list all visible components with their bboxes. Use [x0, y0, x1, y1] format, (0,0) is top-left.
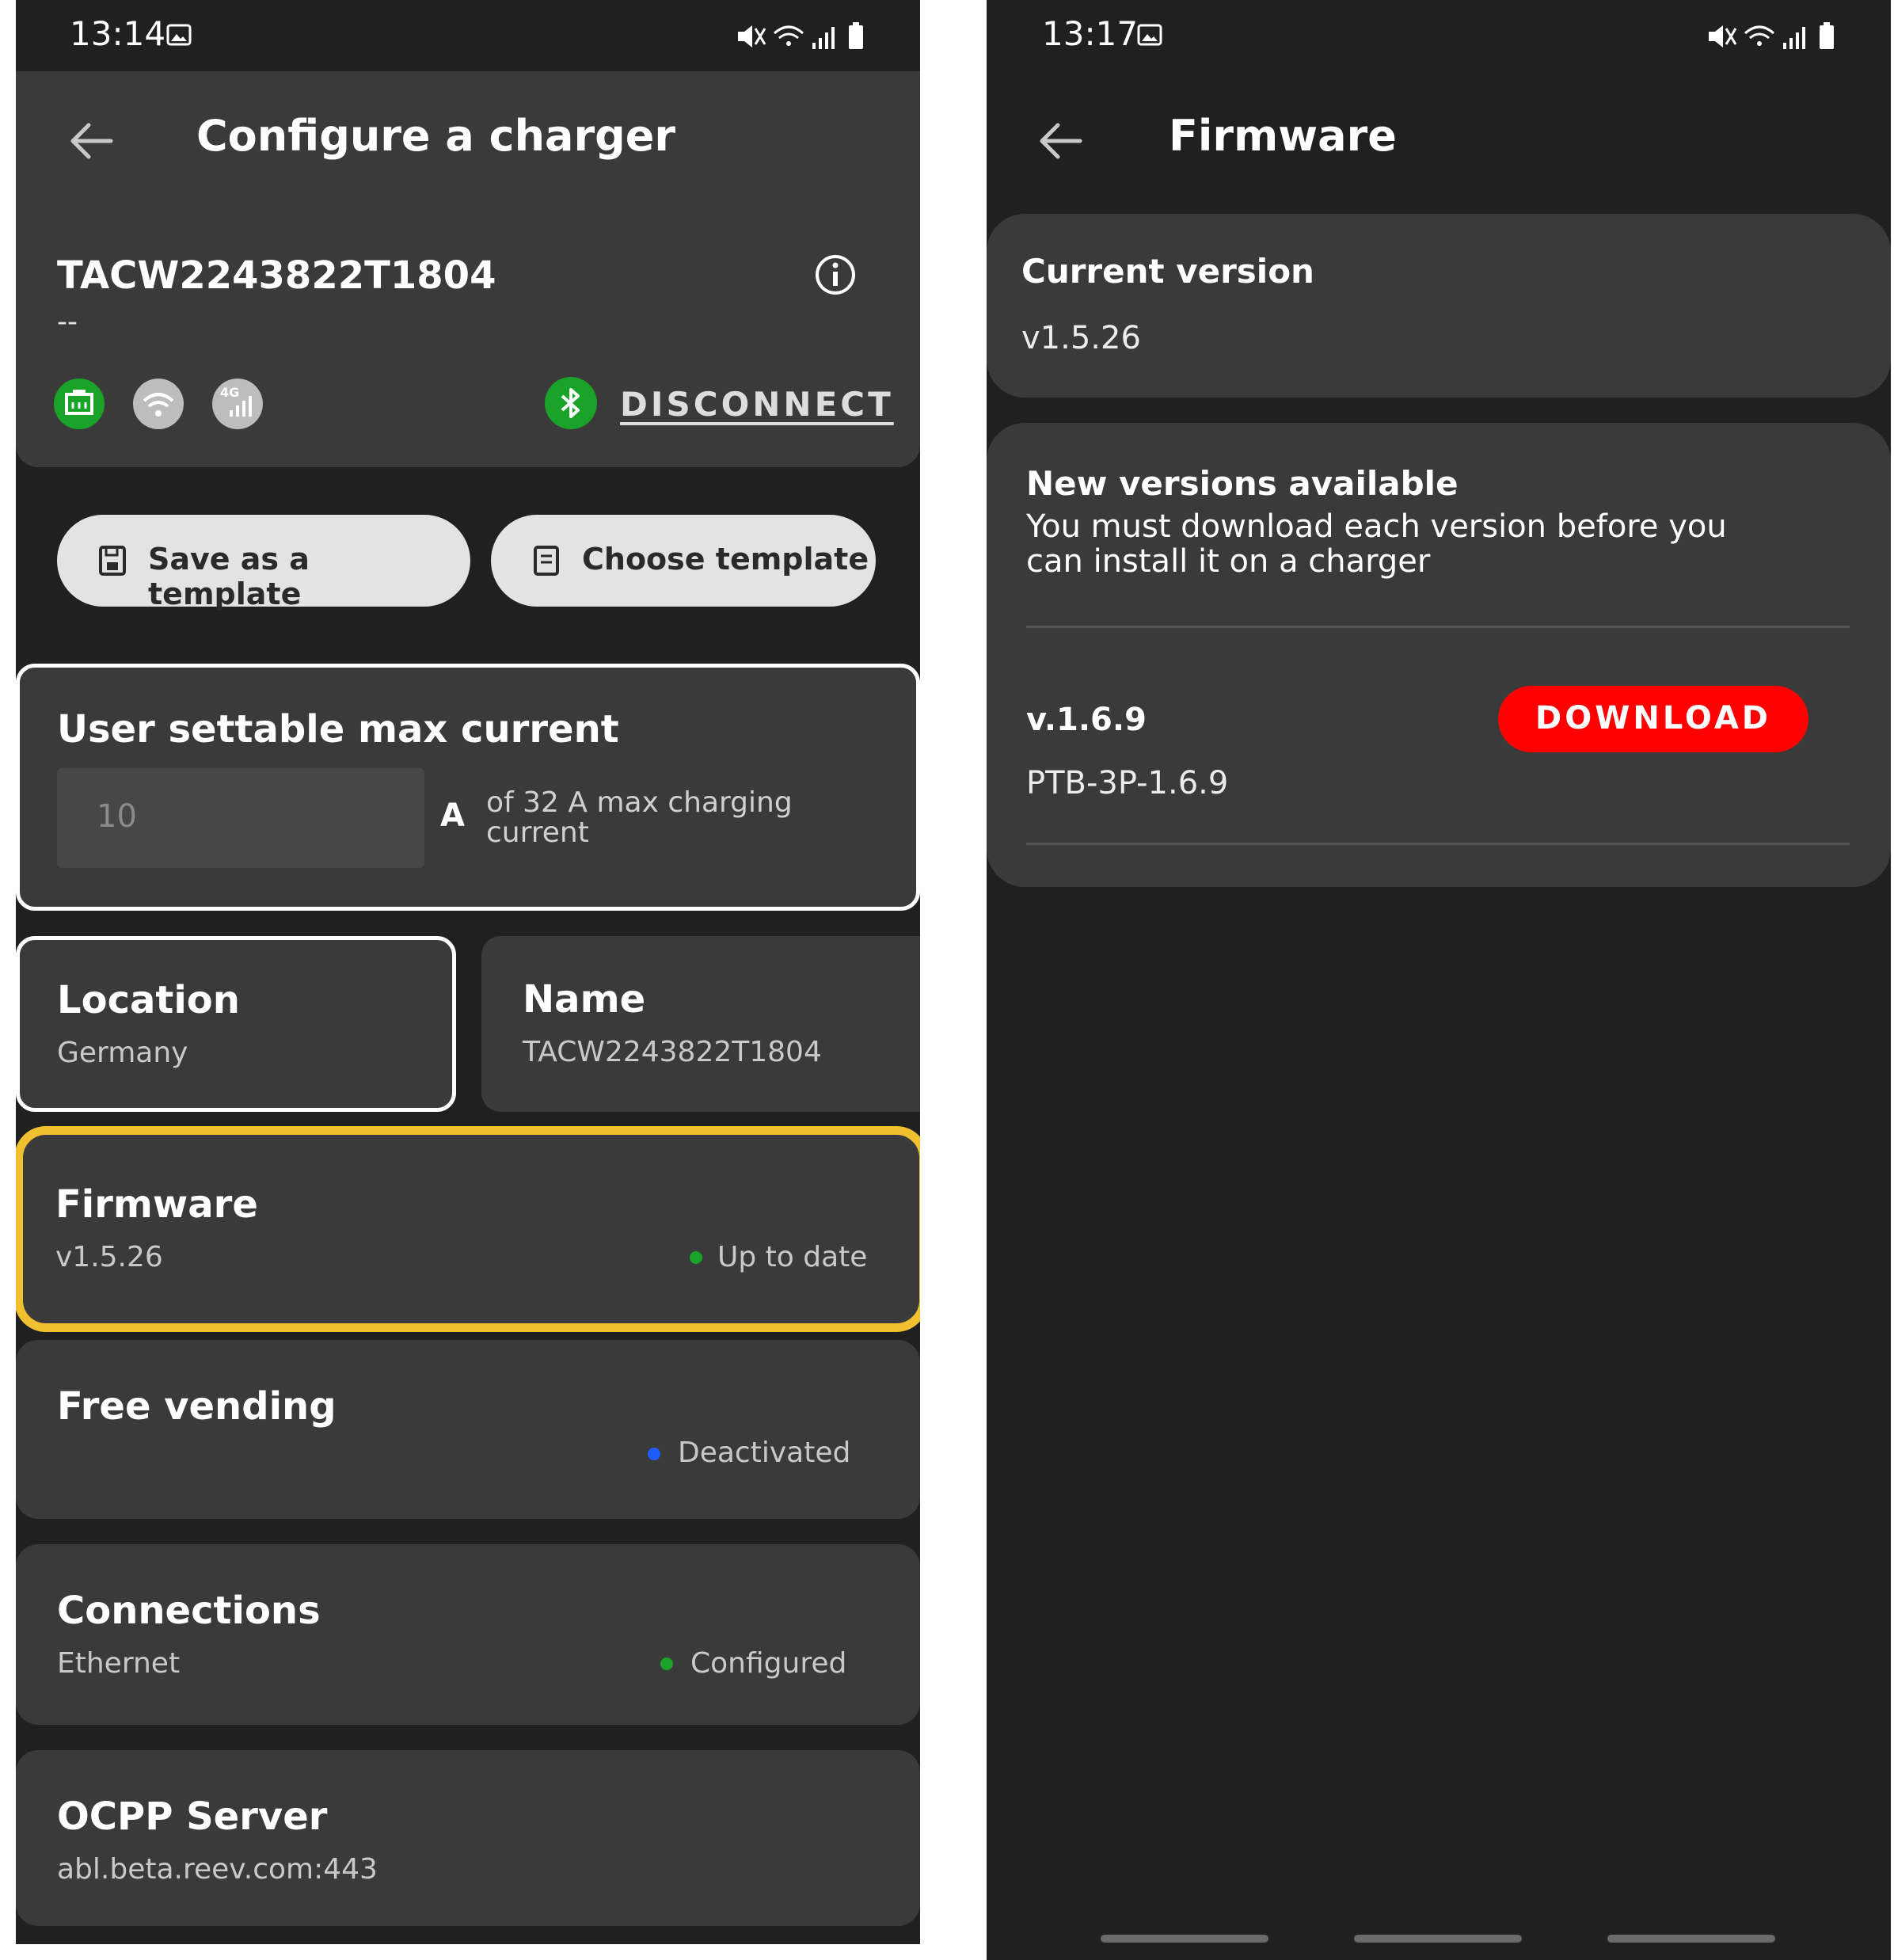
mute-wifi-signal-battery-icon — [738, 22, 863, 49]
gallery-notification-icon — [1137, 24, 1162, 46]
configure-charger-screen: 13:14 Configure a charger TACW2243822T18… — [16, 0, 920, 1944]
status-icons — [1706, 19, 1840, 54]
divider — [1026, 626, 1850, 628]
status-bar: 13:14 — [16, 0, 920, 71]
gallery-notification-icon — [166, 24, 192, 46]
firmware-screen: 13:17 Firmware Current version v1.5.26 N… — [987, 0, 1891, 1960]
current-version-card: Current version v1.5.26 — [987, 214, 1891, 398]
new-versions-description-line1: You must download each version before yo… — [1026, 508, 1727, 545]
status-time: 13:17 — [1042, 14, 1139, 53]
download-button[interactable]: DOWNLOAD — [1498, 686, 1808, 752]
ethernet-icon — [54, 379, 105, 429]
connections-card[interactable]: Connections Ethernet Configured — [16, 1544, 920, 1725]
location-card[interactable]: Location Germany — [16, 936, 456, 1112]
page-title: Configure a charger — [196, 111, 676, 161]
ocpp-title: OCPP Server — [57, 1794, 328, 1839]
max-current-hint-line1: of 32 A max charging — [486, 786, 793, 819]
ocpp-value: abl.beta.reev.com:443 — [57, 1853, 378, 1886]
max-current-hint-line2: current — [486, 816, 589, 849]
divider — [1026, 843, 1850, 845]
firmware-version: v1.5.26 — [55, 1241, 163, 1273]
version-package: PTB-3P-1.6.9 — [1026, 765, 1229, 801]
connections-value: Ethernet — [57, 1647, 181, 1680]
firmware-card[interactable]: Firmware v1.5.26 Up to date — [16, 1126, 920, 1332]
cellular-4g-icon: 4G — [212, 379, 263, 429]
location-title: Location — [57, 978, 240, 1022]
new-versions-title: New versions available — [1026, 464, 1459, 503]
current-version-value: v1.5.26 — [1021, 320, 1141, 356]
choose-template-button[interactable]: Choose template — [491, 515, 876, 607]
max-current-value: 10 — [97, 798, 137, 835]
charger-id: TACW2243822T1804 — [57, 253, 496, 298]
bluetooth-icon — [545, 377, 597, 429]
status-bar: 13:17 — [987, 0, 1891, 71]
connections-status-dot — [660, 1657, 673, 1670]
ocpp-server-card[interactable]: OCPP Server abl.beta.reev.com:443 — [16, 1750, 920, 1926]
gesture-nav-back[interactable] — [1607, 1935, 1775, 1943]
wifi-icon — [133, 379, 184, 429]
name-card[interactable]: Name TACW2243822T1804 — [481, 936, 920, 1112]
max-current-unit: A — [440, 797, 465, 834]
new-versions-card: New versions available You must download… — [987, 423, 1891, 887]
save-icon — [99, 546, 126, 576]
free-vending-status-dot — [648, 1448, 660, 1460]
save-template-label: Save as a template — [148, 542, 310, 611]
name-title: Name — [523, 977, 646, 1022]
version-number: v.1.6.9 — [1026, 702, 1147, 738]
gesture-nav-recents[interactable] — [1101, 1935, 1268, 1943]
name-value: TACW2243822T1804 — [523, 1036, 822, 1068]
status-icons — [735, 19, 869, 54]
current-version-title: Current version — [1021, 252, 1314, 291]
app-bar: Configure a charger — [16, 71, 920, 212]
mute-wifi-signal-battery-icon — [1709, 22, 1834, 49]
save-template-button[interactable]: Save as a template — [57, 515, 470, 611]
arrow-back-icon[interactable] — [1033, 112, 1090, 169]
arrow-back-icon[interactable] — [63, 112, 120, 169]
free-vending-status: Deactivated — [678, 1437, 851, 1469]
max-current-card: User settable max current 10 A of 32 A m… — [16, 664, 920, 911]
location-value: Germany — [57, 1037, 188, 1069]
free-vending-card[interactable]: Free vending Deactivated — [16, 1340, 920, 1519]
page-title: Firmware — [1169, 111, 1397, 161]
connections-status: Configured — [690, 1647, 847, 1680]
template-document-icon — [534, 546, 559, 576]
max-current-title: User settable max current — [57, 707, 619, 752]
charger-subtitle: -- — [57, 306, 78, 338]
cellular-4g-label: 4G — [220, 385, 240, 400]
info-icon[interactable] — [814, 253, 857, 296]
disconnect-button[interactable]: DISCONNECT — [620, 385, 894, 424]
download-label: DOWNLOAD — [1535, 700, 1771, 736]
max-current-input[interactable]: 10 — [57, 768, 424, 868]
version-list-item: v.1.6.9 PTB-3P-1.6.9 DOWNLOAD — [987, 629, 1891, 844]
free-vending-title: Free vending — [57, 1384, 337, 1429]
firmware-status-dot — [690, 1251, 702, 1264]
firmware-status: Up to date — [717, 1241, 868, 1273]
connections-title: Connections — [57, 1589, 321, 1633]
app-bar: Firmware — [987, 71, 1891, 212]
charger-header-card: TACW2243822T1804 -- 4G DISCONNECT — [16, 212, 920, 467]
choose-template-label: Choose template — [582, 542, 869, 577]
gesture-nav-home[interactable] — [1354, 1935, 1522, 1943]
firmware-title: Firmware — [55, 1182, 258, 1227]
status-time: 13:14 — [70, 14, 166, 53]
new-versions-description-line2: can install it on a charger — [1026, 543, 1431, 580]
